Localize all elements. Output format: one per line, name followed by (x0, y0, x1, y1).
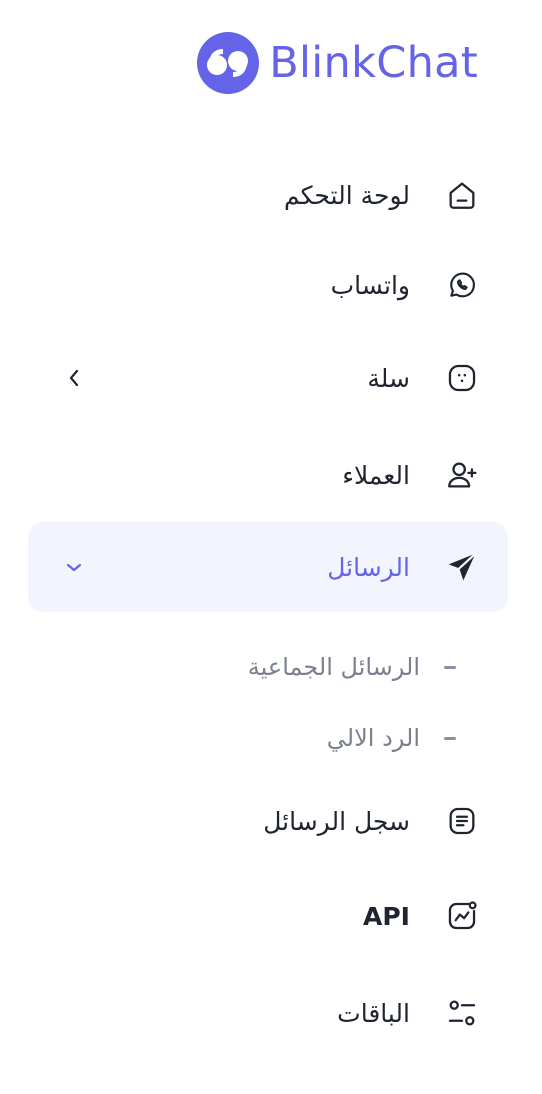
sidebar-item-label: الباقات (337, 998, 410, 1028)
whatsapp-icon (444, 267, 480, 303)
sidebar-item-label: سجل الرسائل (263, 806, 410, 836)
brand-logo[interactable]: BlinkChat (197, 32, 478, 94)
submenu-item-auto-reply[interactable]: الرد الالي (28, 710, 508, 766)
sidebar-item-whatsapp[interactable]: واتساب (28, 240, 508, 330)
sidebar-item-label: API (363, 901, 410, 931)
sidebar-item-label: واتساب (330, 270, 410, 300)
send-icon (444, 549, 480, 585)
sidebar-item-label: سلة (367, 363, 410, 393)
sidebar-item-label: لوحة التحكم (283, 180, 410, 210)
chevron-left-icon[interactable] (64, 368, 84, 388)
brand-name: BlinkChat (269, 38, 478, 88)
sidebar-item-dashboard[interactable]: لوحة التحكم (28, 150, 508, 240)
submenu-item-bulk-messages[interactable]: الرسائل الجماعية (28, 639, 508, 695)
submenu-item-label: الرسائل الجماعية (247, 653, 420, 681)
submenu-item-label: الرد الالي (326, 724, 420, 752)
api-chart-icon (444, 898, 480, 934)
sidebar-item-message-log[interactable]: سجل الرسائل (28, 776, 508, 866)
sidebar-item-label: الرسائل (327, 552, 410, 582)
sidebar-item-salla[interactable]: سلة (28, 333, 508, 423)
salla-icon (444, 360, 480, 396)
sidebar-item-api[interactable]: API (28, 871, 508, 961)
quote-logo-icon (197, 32, 260, 94)
user-plus-icon (444, 457, 480, 493)
chevron-down-icon[interactable] (64, 557, 84, 577)
dash-icon (444, 665, 456, 669)
sidebar-item-clients[interactable]: العملاء (28, 430, 508, 520)
home-icon (444, 177, 480, 213)
sidebar-item-packages[interactable]: الباقات (28, 968, 508, 1058)
sidebar-item-label: العملاء (342, 460, 410, 490)
message-log-icon (444, 803, 480, 839)
packages-icon (444, 995, 480, 1031)
sidebar-item-messages[interactable]: الرسائل (28, 522, 508, 612)
dash-icon (444, 736, 456, 740)
